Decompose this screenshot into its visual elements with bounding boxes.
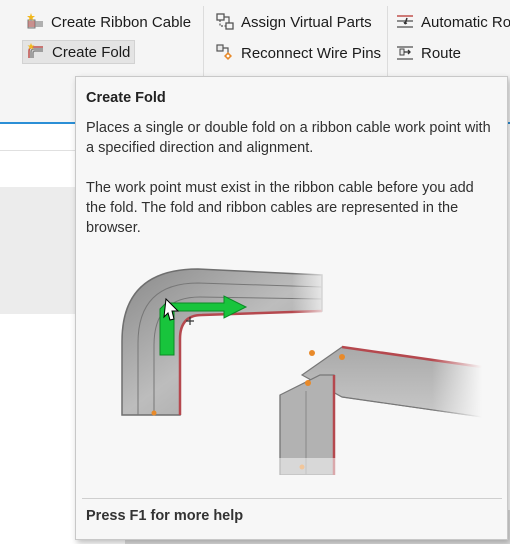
route-icon [397, 46, 413, 60]
folded-cable-graphic [272, 345, 482, 475]
reconnect-wire-pins-button[interactable]: Reconnect Wire Pins [212, 41, 385, 65]
automatic-route-label: Automatic Ro [421, 13, 510, 31]
virtual-parts-icon [216, 13, 234, 30]
fold-illustration [121, 263, 482, 475]
create-fold-label: Create Fold [52, 43, 131, 61]
direction-arrows [159, 295, 248, 356]
create-ribbon-cable-button[interactable]: Create Ribbon Cable [22, 10, 195, 34]
create-ribbon-cable-label: Create Ribbon Cable [51, 13, 192, 31]
create-fold-button[interactable]: Create Fold [22, 40, 136, 64]
fold-icon [27, 43, 43, 58]
ribbon-cable-icon [27, 13, 43, 29]
assign-virtual-parts-label: Assign Virtual Parts [241, 13, 372, 31]
app-window: { "ribbon": { "col1": [ {"label": "Creat… [0, 0, 510, 544]
automatic-route-icon [397, 15, 413, 28]
reconnect-wire-pins-label: Reconnect Wire Pins [241, 44, 382, 62]
tooltip-help-hint: Press F1 for more help [86, 508, 244, 524]
tooltip-divider [82, 498, 502, 499]
route-button[interactable]: Route [392, 41, 465, 65]
browser-header [0, 124, 75, 150]
assign-virtual-parts-button[interactable]: Assign Virtual Parts [212, 10, 376, 34]
route-label: Route [421, 44, 462, 62]
command-tooltip: Create Fold Places a single or double fo… [75, 76, 508, 540]
automatic-route-button[interactable]: Automatic Ro [392, 10, 510, 34]
reconnect-pins-icon [216, 44, 232, 60]
browser-row [0, 151, 75, 185]
browser-panel-lower [0, 314, 75, 544]
browser-panel [0, 187, 75, 314]
tooltip-title: Create Fold [86, 90, 166, 106]
tooltip-detail: The work point must exist in the ribbon … [86, 180, 474, 236]
tooltip-description: Places a single or double fold on a ribb… [86, 120, 491, 156]
